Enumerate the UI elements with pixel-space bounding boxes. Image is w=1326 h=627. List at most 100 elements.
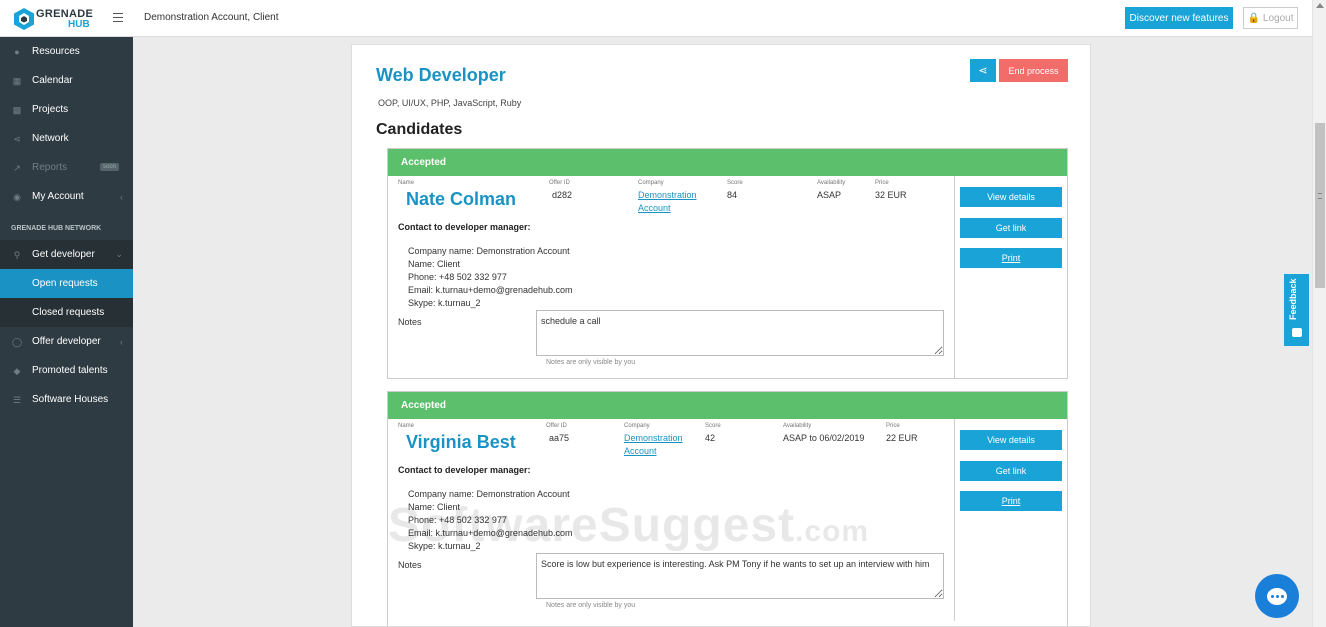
contact-name: Name: Client xyxy=(408,259,461,269)
logout-button[interactable]: 🔒 Logout xyxy=(1243,7,1298,29)
candidates-heading: Candidates xyxy=(376,121,463,138)
offer-id-value: aa75 xyxy=(549,433,570,443)
score-label: Score xyxy=(705,423,721,429)
company-link-line: Demonstration xyxy=(638,190,697,200)
view-details-button[interactable]: View details xyxy=(960,187,1062,207)
candidate-name: Virginia Best xyxy=(406,432,516,452)
availability-label: Availability xyxy=(783,423,812,429)
skills-list: OOP, UI/UX, PHP, JavaScript, Ruby xyxy=(378,98,522,108)
offer-id-label: Offer ID xyxy=(546,423,567,429)
get-link-button[interactable]: Get link xyxy=(960,461,1062,481)
user-icon: ◉ xyxy=(13,191,21,202)
candidate-actions: View details Get link Print xyxy=(955,419,1067,621)
sidebar-item-label: Promoted talents xyxy=(32,365,108,376)
name-label: Name xyxy=(398,423,415,429)
print-button[interactable]: Print xyxy=(960,248,1062,268)
users-icon: ● xyxy=(14,46,20,57)
calendar-icon: ▦ xyxy=(12,75,22,86)
sidebar-item-label: Calendar xyxy=(32,75,73,86)
sidebar-item-label: Get developer xyxy=(32,249,95,260)
logo-subtext: HUB xyxy=(68,19,90,30)
logo-icon xyxy=(14,8,34,30)
sidebar-item-open-requests[interactable]: Open requests xyxy=(0,269,133,298)
notes-label: Notes xyxy=(398,560,422,570)
candidate-card: Accepted Name Nate Colman Offer ID d282 … xyxy=(387,148,1068,379)
globe-icon: ◯ xyxy=(12,336,23,347)
company-label: Company xyxy=(638,180,664,186)
discover-features-button[interactable]: Discover new features xyxy=(1125,7,1233,29)
feedback-label: Feedback xyxy=(1288,278,1298,320)
list-icon: ☰ xyxy=(12,394,22,405)
sidebar-item-resources[interactable]: ● Resources xyxy=(0,37,133,66)
sidebar-item-label: Reports xyxy=(32,162,68,173)
soon-badge: soon xyxy=(100,163,120,171)
watermark-suffix: .com xyxy=(795,515,870,548)
company-link-line: Demonstration xyxy=(624,433,683,443)
sidebar-item-software-houses[interactable]: ☰ Software Houses xyxy=(0,385,133,414)
share-button[interactable]: ⋖ xyxy=(970,59,996,82)
score-label: Score xyxy=(727,180,743,186)
feedback-tab[interactable]: Feedback xyxy=(1284,274,1309,346)
account-name: Demonstration Account, Client xyxy=(144,12,279,23)
status-badge: Accepted xyxy=(388,392,1067,419)
scroll-thumb[interactable] xyxy=(1315,123,1325,288)
sidebar-item-closed-requests[interactable]: Closed requests xyxy=(0,298,133,327)
share-icon: ⋖ xyxy=(978,65,988,77)
availability-label: Availability xyxy=(817,180,846,186)
sidebar-item-label: Resources xyxy=(32,46,80,57)
watermark-text: SoftwareSuggest xyxy=(388,499,796,552)
page-scrollbar[interactable] xyxy=(1312,0,1326,627)
print-button[interactable]: Print xyxy=(960,491,1062,511)
contact-heading: Contact to developer manager: xyxy=(398,222,531,232)
get-link-button[interactable]: Get link xyxy=(960,218,1062,238)
sidebar-item-offer-developer[interactable]: ◯ Offer developer ‹ xyxy=(0,327,133,356)
sidebar-item-label: Offer developer xyxy=(32,336,101,347)
view-details-button[interactable]: View details xyxy=(960,430,1062,450)
sidebar: ● Resources ▦ Calendar ▩ Projects ⋖ Netw… xyxy=(0,37,133,627)
sidebar-item-label: Network xyxy=(32,133,69,144)
scroll-up-icon[interactable] xyxy=(1316,3,1324,8)
contact-heading: Contact to developer manager: xyxy=(398,465,531,475)
chat-icon xyxy=(1267,587,1287,605)
grenade-hub-logo[interactable]: GRENADE HUB xyxy=(12,6,93,32)
sidebar-item-get-developer[interactable]: ⚲ Get developer ⌄ xyxy=(0,240,133,269)
watermark: SoftwareSuggest.com xyxy=(388,498,869,553)
sidebar-item-projects[interactable]: ▩ Projects xyxy=(0,95,133,124)
end-process-button[interactable]: End process xyxy=(999,59,1068,82)
availability-value: ASAP xyxy=(817,190,842,200)
lock-icon: 🔒 xyxy=(1247,12,1260,24)
sidebar-item-reports[interactable]: ↗ Reports soon xyxy=(0,153,133,182)
sidebar-item-label: Projects xyxy=(32,104,69,115)
chat-button[interactable] xyxy=(1255,574,1299,618)
chevron-down-icon: ⌄ xyxy=(115,249,123,259)
sidebar-item-network[interactable]: ⋖ Network xyxy=(0,124,133,153)
briefcase-icon: ▩ xyxy=(12,104,22,115)
sidebar-item-label: Open requests xyxy=(32,278,98,289)
company-label: Company xyxy=(624,423,650,429)
company-link[interactable]: Demonstration Account xyxy=(624,432,683,458)
logout-label: Logout xyxy=(1262,12,1294,24)
notes-textarea[interactable]: Score is low but experience is interesti… xyxy=(536,553,944,599)
chevron-left-icon: ‹ xyxy=(120,191,123,202)
notes-label: Notes xyxy=(398,317,422,327)
candidate-actions: View details Get link Print xyxy=(955,176,1067,378)
name-label: Name xyxy=(398,180,415,186)
menu-toggle-icon[interactable] xyxy=(113,13,123,23)
price-label: Price xyxy=(886,423,900,429)
price-label: Price xyxy=(875,180,889,186)
top-bar: GRENADE HUB Demonstration Account, Clien… xyxy=(0,0,1312,37)
company-link-line: Account xyxy=(638,203,671,213)
search-icon: ⚲ xyxy=(13,249,21,260)
score-value: 84 xyxy=(727,190,738,200)
company-link[interactable]: Demonstration Account xyxy=(638,189,697,215)
status-badge: Accepted xyxy=(388,149,1067,176)
sidebar-item-promoted-talents[interactable]: ◆ Promoted talents xyxy=(0,356,133,385)
sidebar-item-my-account[interactable]: ◉ My Account ‹ xyxy=(0,182,133,211)
contact-email: Email: k.turnau+demo@grenadehub.com xyxy=(408,285,573,295)
offer-id-label: Offer ID xyxy=(549,180,570,186)
notes-textarea[interactable]: schedule a call xyxy=(536,310,944,356)
sidebar-item-calendar[interactable]: ▦ Calendar xyxy=(0,66,133,95)
sidebar-item-label: My Account xyxy=(32,191,84,202)
scroll-grip-icon xyxy=(1318,193,1322,199)
contact-skype: Skype: k.turnau_2 xyxy=(408,298,481,308)
